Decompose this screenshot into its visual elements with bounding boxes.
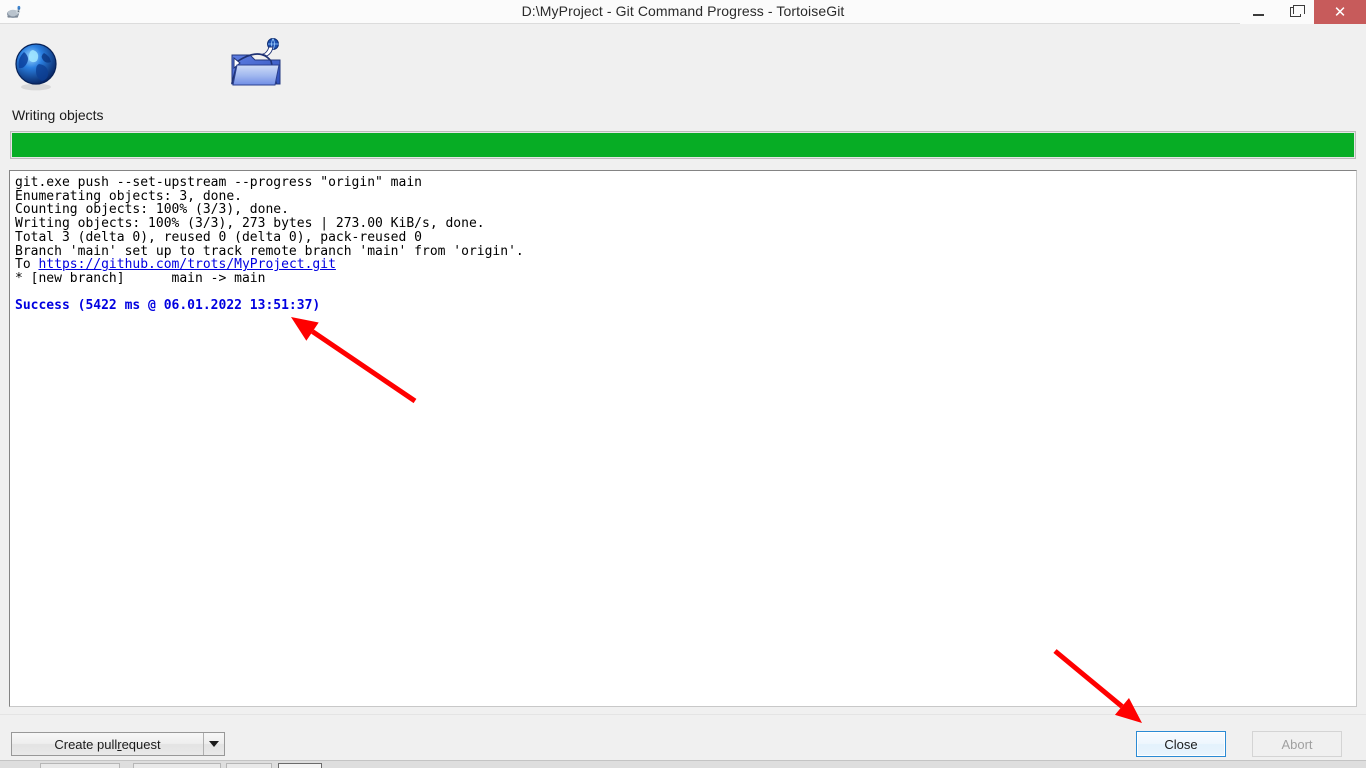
taskbar-item[interactable] <box>226 763 272 768</box>
chevron-down-icon <box>209 741 219 747</box>
window-controls: ✕ <box>1240 0 1366 24</box>
create-pull-request-button[interactable]: Create pull r equest <box>11 732 225 756</box>
window-title: D:\MyProject - Git Command Progress - To… <box>521 3 845 19</box>
status-label: Writing objects <box>12 107 104 123</box>
log-line: * [new branch] main -> main <box>15 270 266 286</box>
create-pull-request-dropdown[interactable] <box>204 733 224 755</box>
log-line: Enumerating objects: 3, done. <box>15 188 242 204</box>
log-line-prefix: To <box>15 257 39 273</box>
close-button[interactable]: Close <box>1136 731 1226 757</box>
taskbar-item[interactable] <box>40 763 120 768</box>
progress-bar <box>10 131 1356 159</box>
close-window-button[interactable]: ✕ <box>1314 0 1366 24</box>
create-pull-request-label[interactable]: Create pull r equest <box>12 733 204 755</box>
taskbar-item-active[interactable] <box>278 763 322 768</box>
folder-push-icon <box>228 35 286 93</box>
restore-icon <box>1290 5 1305 17</box>
minimize-button[interactable] <box>1240 0 1277 24</box>
tortoisegit-icon <box>5 3 23 21</box>
status-icon-area: Writing objects <box>0 25 1366 130</box>
globe-icon <box>13 42 59 92</box>
remote-url-link[interactable]: https://github.com/trots/MyProject.git <box>38 257 335 272</box>
cpr-text-before: Create pull <box>54 736 118 752</box>
title-bar[interactable]: D:\MyProject - Git Command Progress - To… <box>0 0 1366 24</box>
maximize-restore-button[interactable] <box>1277 0 1314 24</box>
git-output-log[interactable]: git.exe push --set-upstream --progress "… <box>9 170 1357 707</box>
log-line: Branch 'main' set up to track remote bra… <box>15 243 524 259</box>
log-line: To https://github.com/trots/MyProject.gi… <box>15 258 1356 272</box>
abort-button: Abort <box>1252 731 1342 757</box>
progress-bar-fill <box>12 133 1354 157</box>
log-line: Writing objects: 100% (3/3), 273 bytes |… <box>15 216 485 232</box>
log-line: Total 3 (delta 0), reused 0 (delta 0), p… <box>15 229 422 245</box>
taskbar-item[interactable] <box>133 763 221 768</box>
minimize-icon <box>1253 13 1264 16</box>
log-success-line: Success (5422 ms @ 06.01.2022 13:51:37) <box>15 298 321 314</box>
log-line: git.exe push --set-upstream --progress "… <box>15 175 422 190</box>
button-bar: Create pull r equest Close Abort <box>0 714 1366 760</box>
cpr-text-after: equest <box>121 736 161 752</box>
taskbar <box>0 760 1366 768</box>
close-icon: ✕ <box>1333 2 1347 21</box>
tortoisegit-progress-window: D:\MyProject - Git Command Progress - To… <box>0 0 1366 768</box>
log-line: Counting objects: 100% (3/3), done. <box>15 202 289 218</box>
